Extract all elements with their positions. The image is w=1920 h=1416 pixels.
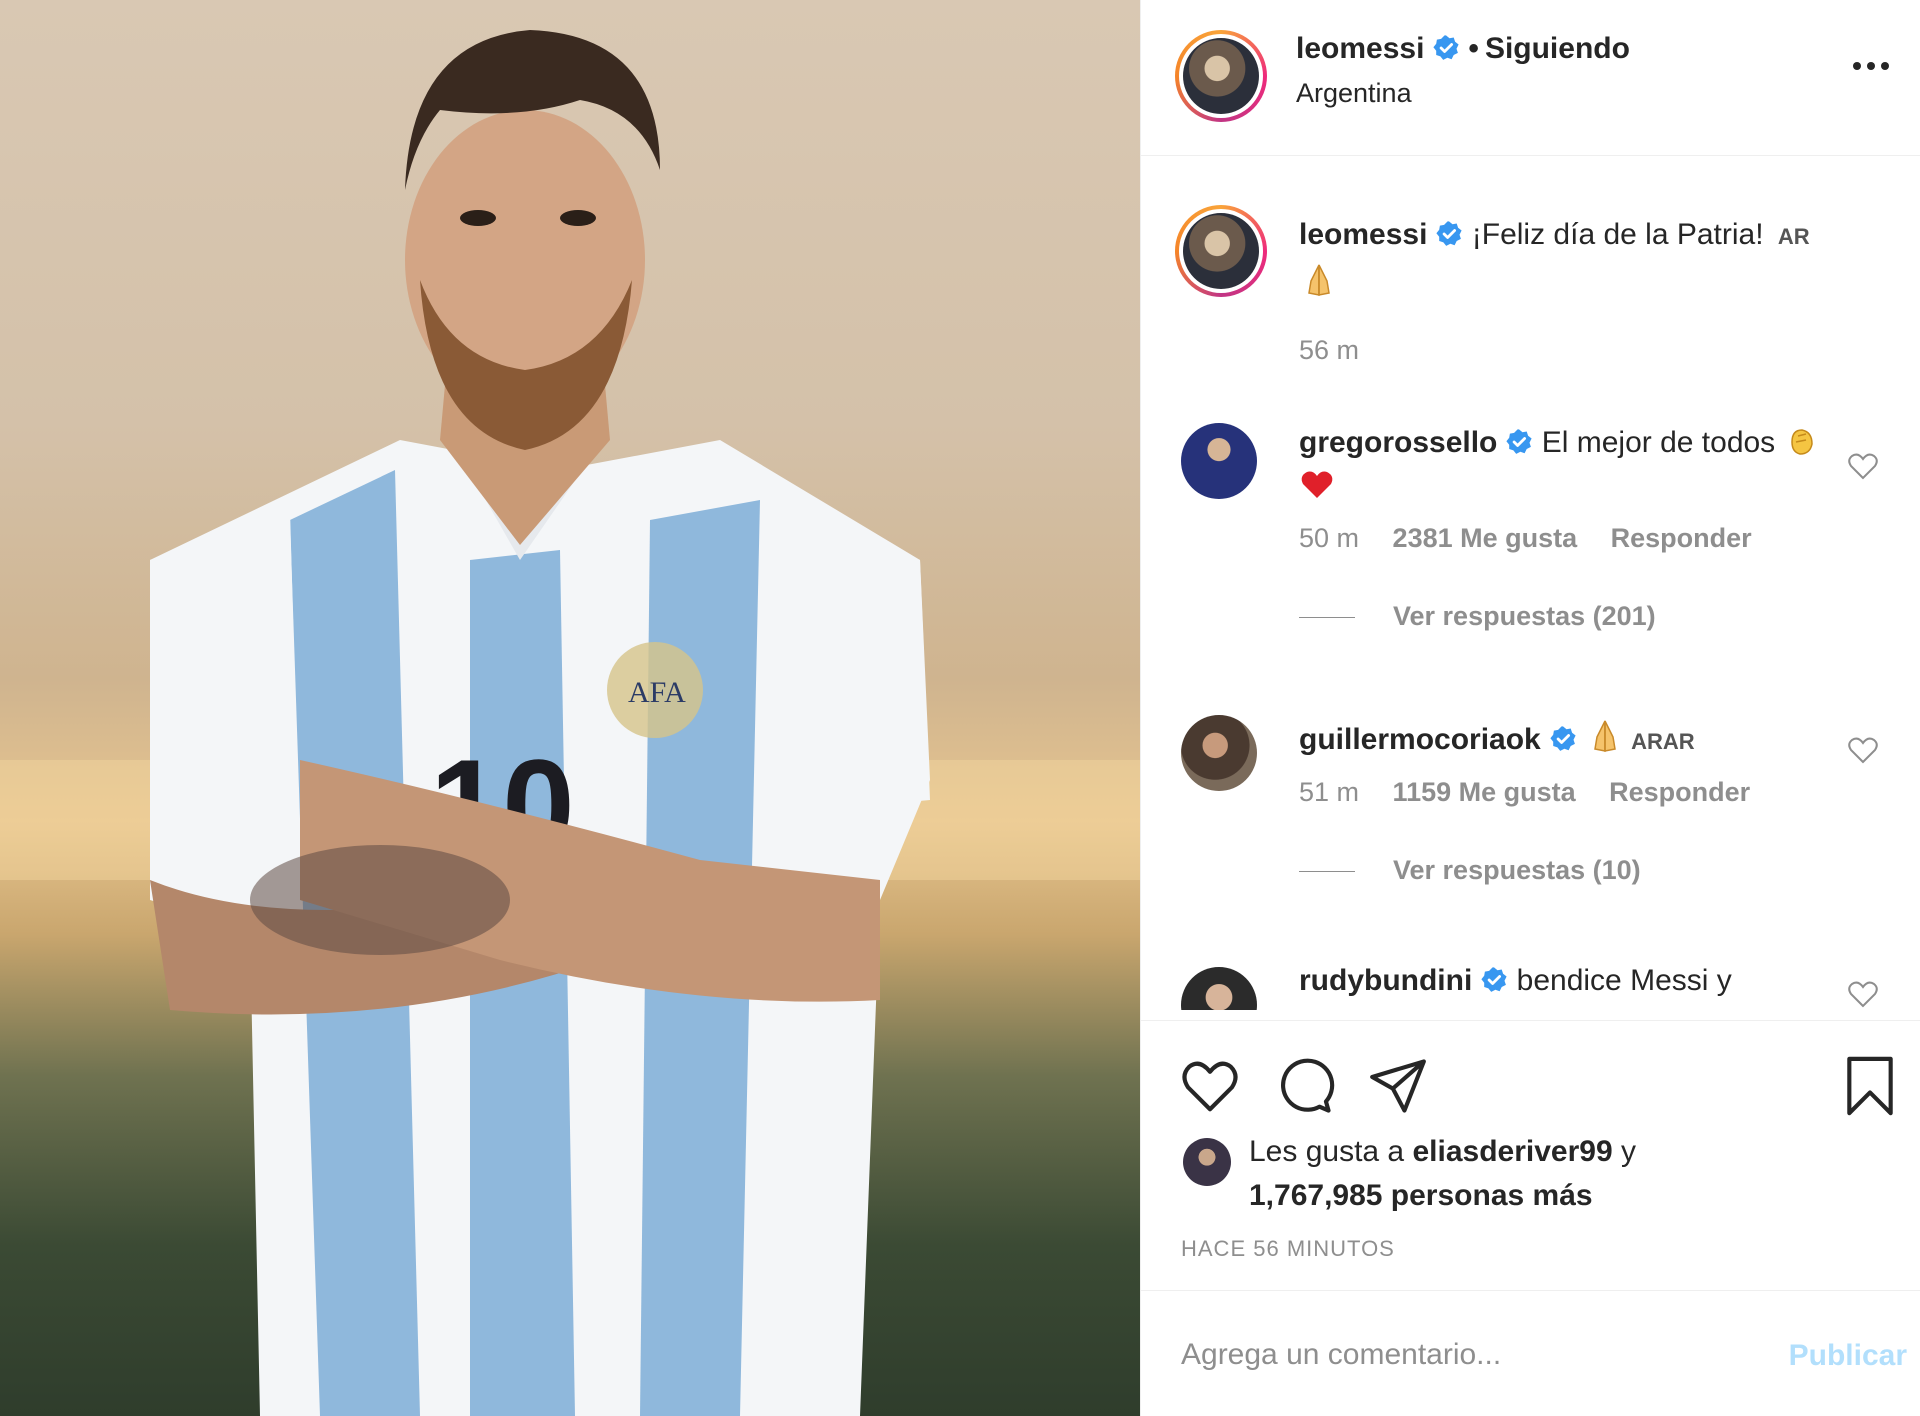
folded-hands-emoji [1308, 264, 1330, 296]
comment-text: gregorossello El mejor de todos [1299, 421, 1839, 509]
post-photo-illustration: 10 AFA [0, 30, 1140, 1416]
verified-badge-icon [1436, 221, 1463, 246]
comment-likes[interactable]: 1159 Me gusta [1393, 777, 1576, 807]
post-side-panel: leomessi • Siguiendo Argentina leomessi ¡F… [1140, 0, 1920, 1416]
comment-time[interactable]: 50 m [1299, 523, 1359, 553]
comment-message: El mejor de todos [1541, 426, 1776, 459]
bookmark-icon[interactable] [1839, 1055, 1901, 1117]
likes-count-link[interactable]: 1,767,985 personas más [1249, 1179, 1593, 1212]
verified-badge-icon [1433, 35, 1460, 60]
caption-username[interactable]: leomessi [1299, 218, 1427, 251]
post-image[interactable]: 10 AFA [0, 0, 1140, 1416]
commenter-avatar[interactable] [1181, 423, 1257, 499]
caption-text: leomessi ¡Feliz día de la Patria! AR [1299, 213, 1839, 306]
flag-ar-emoji: ARAR [1631, 729, 1695, 754]
verified-badge-icon [1506, 429, 1532, 454]
like-comment-heart-icon[interactable] [1847, 979, 1879, 1009]
post-timestamp[interactable]: HACE 56 MINUTOS [1181, 1236, 1395, 1262]
flag-ar-emoji: AR [1777, 224, 1810, 249]
likes-prefix: Les gusta a [1249, 1135, 1405, 1168]
comment-message: bendice Messi y [1516, 964, 1732, 997]
author-username[interactable]: leomessi [1296, 32, 1424, 65]
separator-dot: • [1468, 32, 1479, 65]
caption-avatar[interactable] [1175, 205, 1267, 297]
verified-badge-icon [1550, 726, 1576, 751]
comment-text: guillermocoriaok ARAR [1299, 715, 1839, 764]
caption-meta: 56 m [1299, 335, 1385, 366]
verified-badge-icon [1481, 967, 1507, 992]
svg-text:AFA: AFA [628, 676, 686, 709]
caption-message: ¡Feliz día de la Patria! [1471, 218, 1764, 251]
share-icon[interactable] [1367, 1055, 1429, 1117]
commenter-avatar[interactable] [1181, 967, 1257, 1010]
view-replies-button[interactable]: Ver respuestas (10) [1299, 855, 1641, 886]
add-comment-bar: Publicar [1141, 1290, 1920, 1416]
comment-meta: 51 m 1159 Me gusta Responder [1299, 777, 1776, 808]
like-comment-heart-icon[interactable] [1847, 451, 1879, 481]
publish-button[interactable]: Publicar [1789, 1339, 1907, 1373]
likes-summary: Les gusta a eliasderiver99 y 1,767,985 p… [1249, 1130, 1849, 1218]
comment-likes[interactable]: 2381 Me gusta [1393, 523, 1578, 553]
folded-hands-emoji [1594, 720, 1616, 752]
comment-input[interactable] [1181, 1327, 1701, 1383]
red-heart-emoji [1301, 471, 1333, 498]
liked-by-username[interactable]: eliasderiver99 [1412, 1135, 1612, 1168]
replies-divider [1299, 871, 1355, 873]
commenter-avatar[interactable] [1181, 715, 1257, 791]
likes-join: y [1620, 1135, 1636, 1168]
caption-time[interactable]: 56 m [1299, 335, 1359, 365]
replies-divider [1299, 617, 1355, 619]
comment-time[interactable]: 51 m [1299, 777, 1359, 807]
comment-username[interactable]: rudybundini [1299, 964, 1472, 997]
author-avatar[interactable] [1175, 30, 1267, 122]
comment-username[interactable]: gregorossello [1299, 426, 1497, 459]
comment-username[interactable]: guillermocoriaok [1299, 723, 1541, 756]
comment-meta: 50 m 2381 Me gusta Responder [1299, 523, 1778, 554]
view-replies-label: Ver respuestas (201) [1393, 601, 1656, 631]
author-line: leomessi • Siguiendo [1296, 32, 1630, 66]
follow-status-button[interactable]: Siguiendo [1485, 32, 1630, 65]
comment-icon[interactable] [1273, 1055, 1335, 1117]
view-replies-button[interactable]: Ver respuestas (201) [1299, 601, 1656, 632]
post-header: leomessi • Siguiendo Argentina [1141, 0, 1920, 156]
more-options-icon[interactable] [1851, 56, 1891, 76]
comment-text: rudybundini bendice Messi y [1299, 959, 1839, 1003]
reply-button[interactable]: Responder [1609, 777, 1750, 807]
like-comment-heart-icon[interactable] [1847, 735, 1879, 765]
comments-list[interactable]: leomessi ¡Feliz día de la Patria! AR 56 … [1141, 157, 1920, 1010]
reply-button[interactable]: Responder [1611, 523, 1752, 553]
location-link[interactable]: Argentina [1296, 78, 1412, 109]
heart-icon[interactable] [1179, 1055, 1241, 1117]
clapping-emoji [1790, 429, 1813, 455]
liked-by-avatar[interactable] [1183, 1138, 1231, 1186]
view-replies-label: Ver respuestas (10) [1393, 855, 1641, 885]
